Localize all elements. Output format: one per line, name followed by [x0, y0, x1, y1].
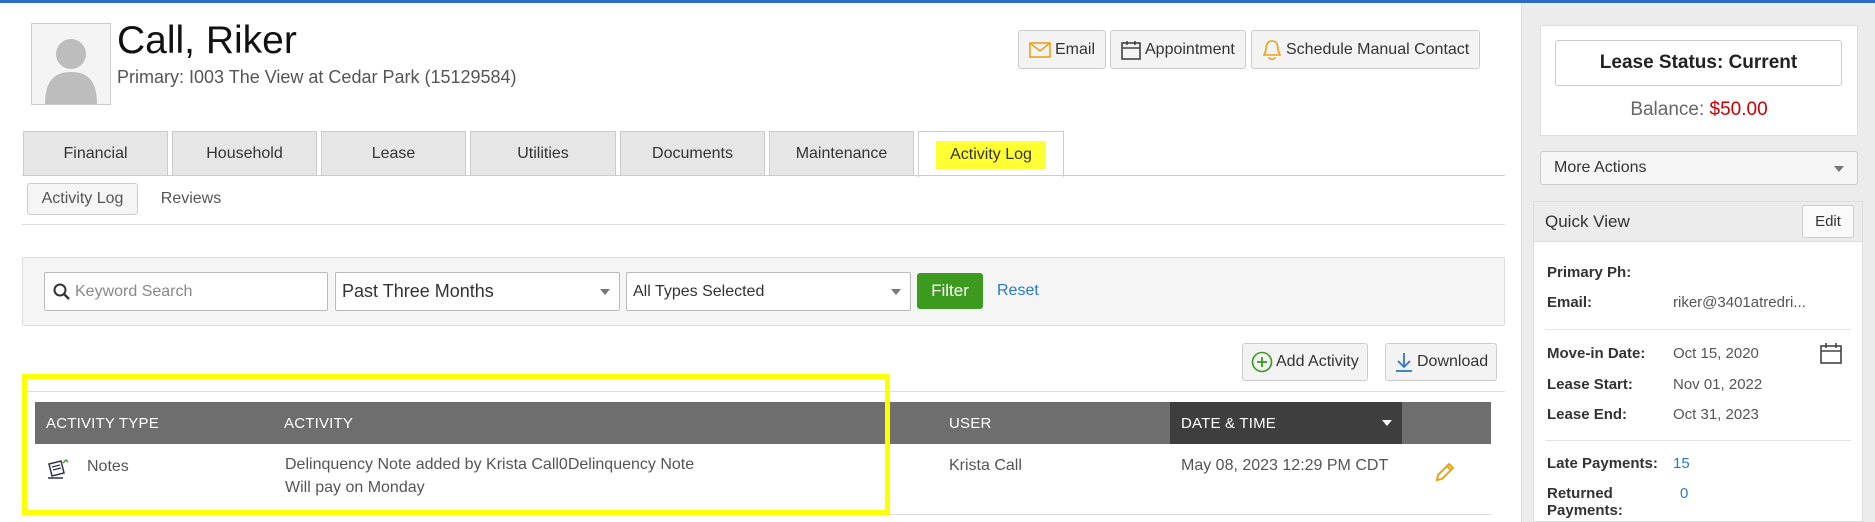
quick-view-header: Quick View Edit	[1533, 201, 1863, 242]
email-button[interactable]: Email	[1018, 30, 1107, 69]
person-icon	[45, 39, 97, 104]
datetime-cell: May 08, 2023 12:29 PM CDT	[1181, 457, 1389, 474]
add-activity-button[interactable]: Add Activity	[1242, 343, 1368, 381]
schedule-manual-contact-button[interactable]: Schedule Manual Contact	[1251, 30, 1481, 69]
tab-label: Utilities	[517, 145, 569, 162]
sort-down-icon	[1382, 420, 1392, 426]
quick-view-title: Quick View	[1545, 211, 1630, 231]
period-select[interactable]: Past Three Months	[335, 272, 620, 311]
tab-label: Financial	[63, 145, 128, 162]
lease-start-value: Nov 01, 2022	[1673, 376, 1763, 393]
email-button-label: Email	[1055, 40, 1096, 58]
types-select[interactable]: All Types Selected	[626, 272, 911, 311]
subtab-label: Activity Log	[41, 190, 124, 207]
email-value[interactable]: riker@3401atredri...	[1673, 294, 1806, 311]
tab-label: Household	[206, 145, 283, 162]
plus-circle-icon	[1251, 351, 1273, 373]
tenant-name: Call, Riker	[117, 19, 297, 62]
tab-label: Maintenance	[795, 145, 888, 162]
quick-view-divider	[1545, 329, 1851, 330]
tab-lease[interactable]: Lease	[321, 131, 466, 176]
tab-activity-log[interactable]: Activity Log	[918, 131, 1064, 177]
tab-utilities[interactable]: Utilities	[470, 131, 616, 176]
balance-label: Balance:	[1630, 99, 1705, 120]
keyword-search-input[interactable]: Keyword Search	[44, 272, 328, 311]
download-button[interactable]: Download	[1385, 343, 1498, 381]
subtab-activity-log[interactable]: Activity Log	[27, 183, 138, 215]
tab-label: Activity Log	[936, 140, 1046, 169]
chevron-down-icon	[891, 289, 901, 295]
download-label: Download	[1417, 353, 1489, 370]
calendar-icon	[1121, 40, 1141, 60]
add-activity-label: Add Activity	[1276, 353, 1359, 370]
filter-panel: Keyword Search Past Three Months All Typ…	[22, 257, 1505, 326]
tab-maintenance[interactable]: Maintenance	[769, 131, 914, 176]
lease-end-value: Oct 31, 2023	[1673, 406, 1759, 423]
returned-payments-value[interactable]: 0	[1680, 485, 1688, 502]
more-actions-label: More Actions	[1554, 159, 1647, 176]
column-label: DATE & TIME	[1181, 414, 1276, 432]
download-icon	[1396, 353, 1412, 372]
period-select-value: Past Three Months	[342, 281, 494, 301]
quick-view-edit-button[interactable]: Edit	[1802, 205, 1854, 238]
tenant-avatar	[31, 23, 111, 105]
search-icon	[53, 283, 70, 300]
highlight-box	[22, 374, 890, 515]
balance-amount: $50.00	[1709, 99, 1768, 120]
bell-icon	[1262, 39, 1282, 60]
tab-household[interactable]: Household	[172, 131, 317, 176]
returned-payments-label: Returned Payments:	[1547, 485, 1623, 519]
late-payments-value[interactable]: 15	[1673, 455, 1690, 472]
primary-phone-label: Primary Ph:	[1547, 264, 1632, 281]
reset-link[interactable]: Reset	[997, 282, 1039, 300]
quick-view-divider	[1545, 440, 1851, 441]
column-header-user[interactable]: USER	[938, 402, 1170, 444]
tabs-divider	[22, 175, 1505, 176]
schedule-button-label: Schedule Manual Contact	[1286, 40, 1470, 58]
lease-start-label: Lease Start:	[1547, 376, 1633, 393]
more-actions-dropdown[interactable]: More Actions	[1540, 151, 1858, 185]
appointment-button[interactable]: Appointment	[1110, 30, 1246, 69]
types-select-value: All Types Selected	[633, 282, 765, 300]
column-header-date-time[interactable]: DATE & TIME	[1170, 402, 1402, 444]
tab-financial[interactable]: Financial	[23, 131, 168, 176]
search-placeholder: Keyword Search	[75, 282, 193, 300]
chevron-down-icon	[1834, 166, 1844, 172]
appointment-button-label: Appointment	[1145, 40, 1235, 58]
edit-pencil-icon[interactable]	[1433, 460, 1457, 484]
tab-documents[interactable]: Documents	[620, 131, 765, 176]
move-in-value: Oct 15, 2020	[1673, 345, 1759, 362]
lease-status-button[interactable]: Lease Status: Current	[1555, 40, 1842, 86]
user-cell: Krista Call	[949, 457, 1022, 474]
tab-label: Lease	[371, 145, 416, 162]
late-payments-label: Late Payments:	[1547, 455, 1658, 472]
subtab-reviews[interactable]: Reviews	[150, 183, 232, 215]
lease-end-label: Lease End:	[1547, 406, 1628, 423]
subtabs-divider	[22, 224, 1505, 225]
filter-button[interactable]: Filter	[917, 273, 983, 309]
primary-unit: Primary: I003 The View at Cedar Park (15…	[117, 67, 517, 87]
tab-label: Documents	[652, 145, 733, 162]
column-label: USER	[949, 414, 992, 432]
balance-line: Balance: $50.00	[1540, 99, 1858, 121]
subtab-label: Reviews	[160, 190, 222, 207]
calendar-icon[interactable]	[1820, 342, 1842, 364]
envelope-icon	[1029, 41, 1051, 58]
email-label: Email:	[1547, 294, 1593, 311]
move-in-label: Move-in Date:	[1547, 345, 1646, 362]
chevron-down-icon	[600, 289, 610, 295]
